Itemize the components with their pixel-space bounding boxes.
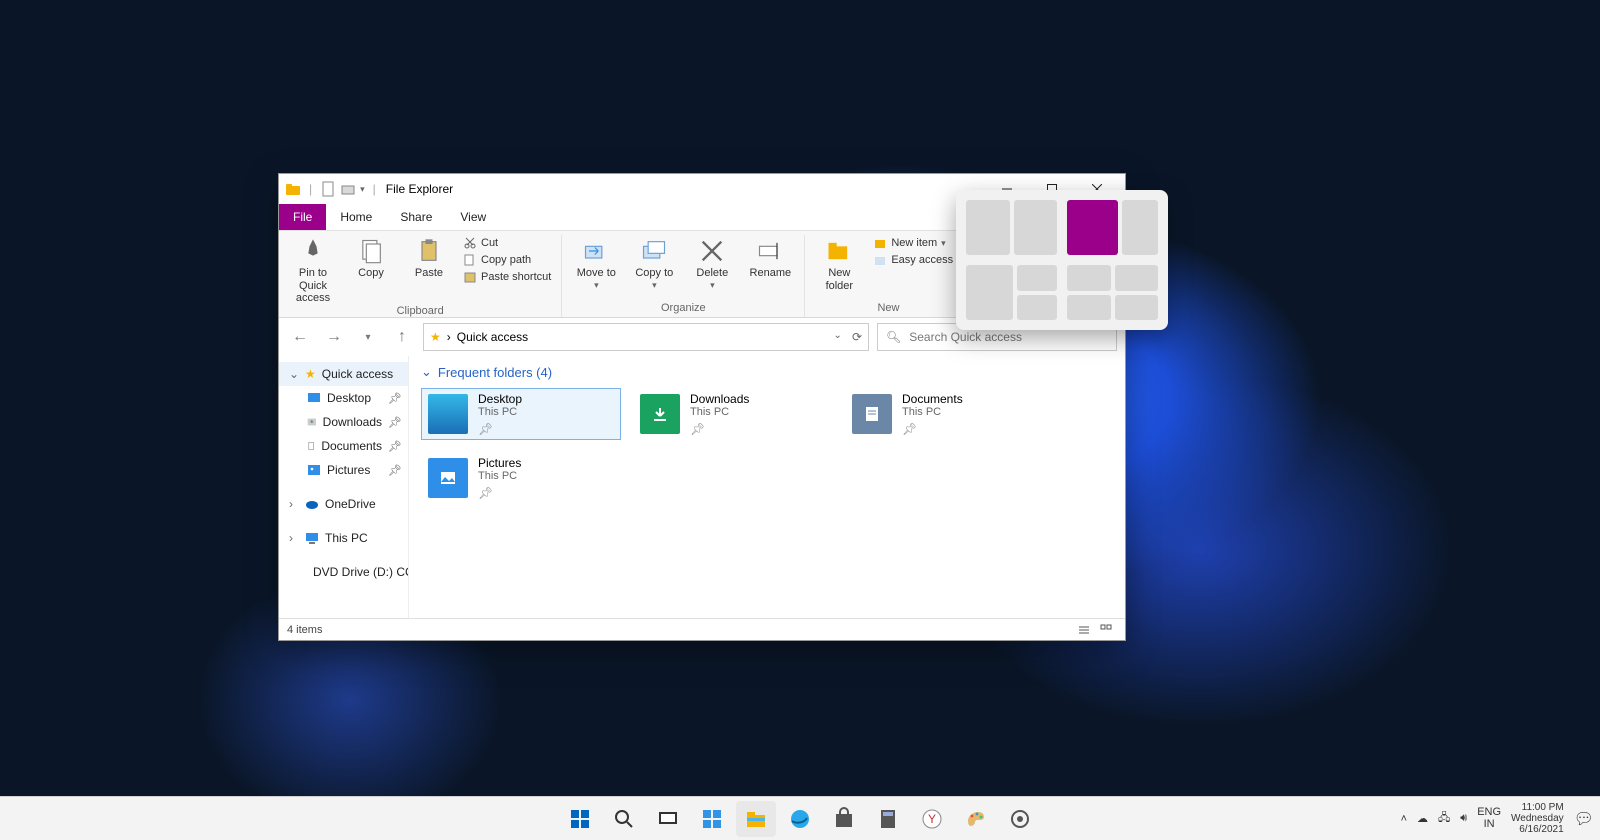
documents-icon	[862, 404, 882, 424]
taskbar-center: Y	[560, 801, 1040, 837]
navigation-pane[interactable]: ⌄★Quick access Desktop📌︎ Downloads📌︎ Doc…	[279, 356, 409, 618]
window-title: File Explorer	[386, 182, 453, 196]
widgets-button[interactable]	[692, 801, 732, 837]
search-placeholder: Search Quick access	[909, 330, 1022, 344]
dropdown-arrow-icon[interactable]: ▾	[360, 184, 365, 195]
pictures-icon	[438, 468, 458, 488]
pictures-icon	[307, 463, 321, 477]
lang1[interactable]: ENG	[1477, 807, 1501, 819]
app-button[interactable]: Y	[912, 801, 952, 837]
tray-chevron-icon[interactable]: ˄	[1401, 813, 1407, 825]
snap-layout-three-col[interactable]	[966, 265, 1057, 320]
forward-button[interactable]: →	[321, 324, 347, 350]
documents-icon	[307, 439, 315, 453]
sidebar-item-onedrive[interactable]: ›OneDrive	[279, 492, 408, 516]
taskview-button[interactable]	[648, 801, 688, 837]
search-button[interactable]	[604, 801, 644, 837]
sidebar-item-pictures[interactable]: Pictures📌︎	[279, 458, 408, 482]
status-text: 4 items	[287, 624, 322, 636]
store-button[interactable]	[824, 801, 864, 837]
status-bar: 4 items	[279, 618, 1125, 640]
tile-documents[interactable]: DocumentsThis PC📌︎	[845, 388, 1045, 440]
system-tray[interactable]: ˄ ☁ 🖧︎ 🔊︎ ENGIN 11:00 PM Wednesday 6/16/…	[1401, 802, 1594, 835]
search-icon: 🔍︎	[886, 330, 901, 344]
settings-button[interactable]	[1000, 801, 1040, 837]
onedrive-tray-icon[interactable]: ☁	[1417, 812, 1428, 825]
calculator-button[interactable]	[868, 801, 908, 837]
sidebar-item-thispc[interactable]: ›This PC	[279, 526, 408, 550]
snap-layout-quad[interactable]	[1067, 265, 1158, 320]
up-button[interactable]: ↑	[389, 324, 415, 350]
breadcrumb-location[interactable]: Quick access	[457, 330, 528, 344]
content-pane[interactable]: ⌄Frequent folders (4) DesktopThis PC📌︎ D…	[409, 356, 1125, 618]
folder-small-icon[interactable]	[340, 181, 356, 197]
tile-pictures[interactable]: PicturesThis PC📌︎	[421, 452, 621, 504]
explorer-taskbar-button[interactable]	[736, 801, 776, 837]
notifications-icon[interactable]: 💬︎	[1574, 809, 1594, 829]
ribbon-group-new: New folder New item▾ Easy access▾ New	[805, 235, 972, 317]
refresh-icon[interactable]: ⟳	[852, 330, 862, 344]
recent-dropdown[interactable]: ▾	[355, 324, 381, 350]
paint-button[interactable]	[956, 801, 996, 837]
paste-button[interactable]: Paste	[403, 235, 455, 280]
breadcrumb-arrow: ›	[447, 330, 451, 344]
ribbon-group-clipboard: Pin to Quick access Copy Paste Cut Copy …	[279, 235, 562, 317]
tab-share[interactable]: Share	[386, 204, 446, 230]
sidebar-item-desktop[interactable]: Desktop📌︎	[279, 386, 408, 410]
easy-access-button[interactable]: Easy access▾	[871, 252, 963, 268]
sidebar-item-quickaccess[interactable]: ⌄★Quick access	[279, 362, 408, 386]
copy-path-button[interactable]: Copy path	[461, 252, 553, 268]
delete-button[interactable]: Delete▾	[686, 235, 738, 290]
back-button[interactable]: ←	[287, 324, 313, 350]
lang2[interactable]: IN	[1484, 819, 1495, 831]
sidebar-item-downloads[interactable]: Downloads📌︎	[279, 410, 408, 434]
new-folder-button[interactable]: New folder	[813, 235, 865, 292]
document-icon[interactable]	[320, 181, 336, 197]
onedrive-icon	[305, 497, 319, 511]
thispc-icon	[305, 531, 319, 545]
snap-layout-two-col[interactable]	[966, 200, 1057, 255]
tab-file[interactable]: File	[279, 204, 326, 230]
chevron-down-icon: ⌄	[421, 364, 432, 380]
volume-icon[interactable]: 🔊︎	[1460, 812, 1467, 825]
star-icon: ★	[430, 330, 441, 344]
copy-button[interactable]: Copy	[345, 235, 397, 280]
pin-icon: 📌︎	[388, 392, 402, 405]
sidebar-item-documents[interactable]: Documents📌︎	[279, 434, 408, 458]
pin-icon: 📌︎	[478, 422, 522, 436]
snap-layout-two-col-wide[interactable]	[1067, 200, 1158, 255]
folder-icon	[285, 181, 301, 197]
taskbar[interactable]: Y ˄ ☁ 🖧︎ 🔊︎ ENGIN 11:00 PM Wednesday 6/1…	[0, 796, 1600, 840]
tab-view[interactable]: View	[446, 204, 500, 230]
copy-to-button[interactable]: Copy to▾	[628, 235, 680, 290]
downloads-icon	[650, 404, 670, 424]
desktop-icon	[307, 391, 321, 405]
snap-layouts-flyout	[956, 190, 1168, 330]
tile-desktop[interactable]: DesktopThis PC📌︎	[421, 388, 621, 440]
move-to-button[interactable]: Move to▾	[570, 235, 622, 290]
cut-button[interactable]: Cut	[461, 235, 553, 251]
rename-button[interactable]: Rename	[744, 235, 796, 280]
pin-quickaccess-button[interactable]: Pin to Quick access	[287, 235, 339, 305]
start-button[interactable]	[560, 801, 600, 837]
quick-access-toolbar: | ▾ |	[285, 181, 380, 197]
network-icon[interactable]: 🖧︎	[1438, 809, 1450, 828]
details-view-button[interactable]	[1073, 621, 1095, 639]
chevron-down-icon[interactable]: ⌄	[834, 330, 842, 344]
new-item-button[interactable]: New item▾	[871, 235, 963, 251]
thumbnails-view-button[interactable]	[1095, 621, 1117, 639]
sidebar-item-dvd[interactable]: DVD Drive (D:) CC	[279, 560, 408, 584]
group-header[interactable]: ⌄Frequent folders (4)	[421, 364, 1113, 380]
svg-text:Y: Y	[928, 812, 936, 826]
clock[interactable]: 11:00 PM Wednesday 6/16/2021	[1511, 802, 1564, 835]
desktop-icon	[437, 403, 459, 425]
edge-button[interactable]	[780, 801, 820, 837]
downloads-icon	[307, 415, 317, 429]
tab-home[interactable]: Home	[326, 204, 386, 230]
paste-shortcut-button[interactable]: Paste shortcut	[461, 269, 553, 285]
tile-downloads[interactable]: DownloadsThis PC📌︎	[633, 388, 833, 440]
address-bar[interactable]: ★ › Quick access ⌄ ⟳	[423, 323, 869, 351]
ribbon-group-organize: Move to▾ Copy to▾ Delete▾ Rename Organiz…	[562, 235, 805, 317]
